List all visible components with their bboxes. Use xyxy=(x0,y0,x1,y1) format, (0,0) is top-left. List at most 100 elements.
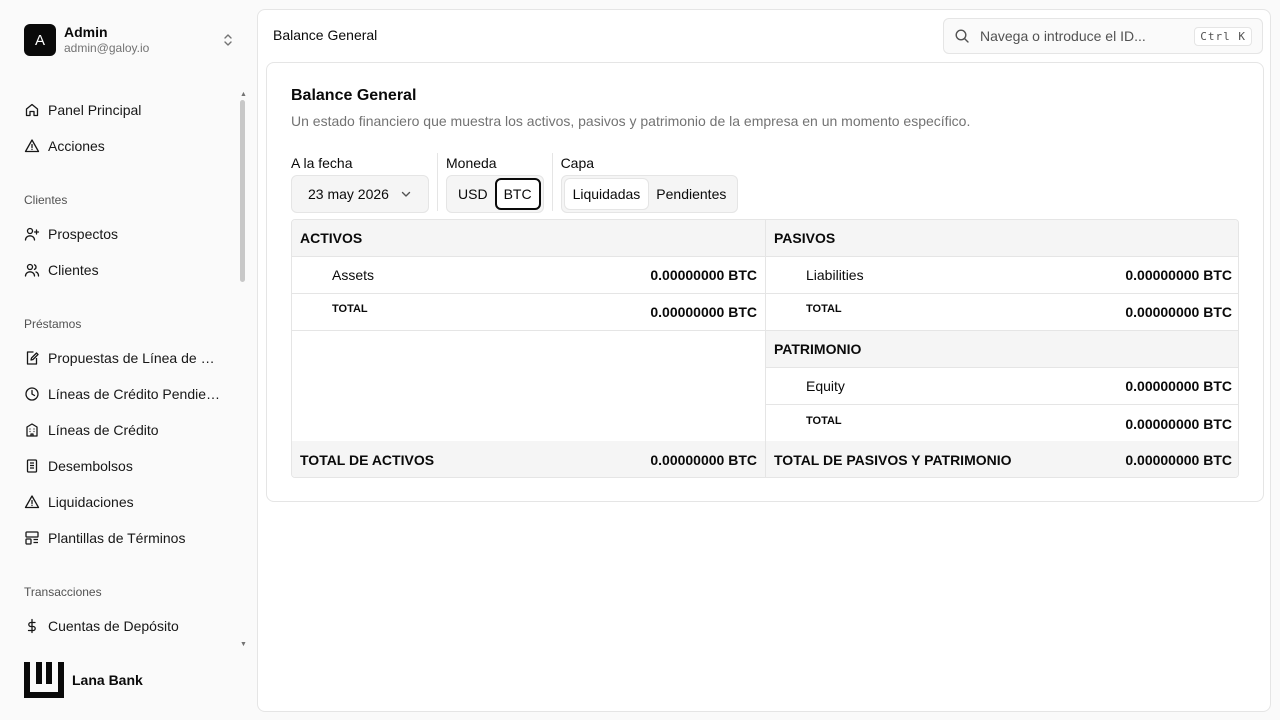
sidebar-item-label: Panel Principal xyxy=(48,102,142,118)
page-title: Balance General xyxy=(291,87,417,104)
user-switcher[interactable]: A Admin admin@galoy.io xyxy=(24,24,236,56)
table-total-row: TOTAL 0.00000000 BTC xyxy=(292,294,765,331)
total-liab-equity-amount: 0.00000000 BTC xyxy=(1125,451,1232,468)
sidebar-group-label: Clientes xyxy=(24,193,68,207)
sidebar-group-label: Transacciones xyxy=(24,585,102,599)
total-liab-equity-label: TOTAL DE PASIVOS Y PATRIMONIO xyxy=(774,451,1012,468)
lana-bank-logo-icon xyxy=(24,662,64,698)
liabilities-header: PASIVOS xyxy=(774,230,836,246)
currency-option-btc[interactable]: BTC xyxy=(494,178,541,210)
brand[interactable]: Lana Bank xyxy=(24,662,143,698)
sidebar-item-lineas-credito[interactable]: Líneas de Crédito xyxy=(0,412,248,448)
account-name: Assets xyxy=(332,267,375,283)
table-header-row: PATRIMONIO xyxy=(766,331,1238,368)
equity-header: PATRIMONIO xyxy=(774,341,862,357)
sidebar-item-plantillas[interactable]: Plantillas de Términos xyxy=(0,520,248,556)
sidebar-item-clientes[interactable]: Clientes xyxy=(0,252,248,288)
home-icon xyxy=(25,103,39,117)
total-label: TOTAL xyxy=(806,414,842,427)
file-edit-icon xyxy=(26,351,39,365)
user-name: Admin xyxy=(64,24,108,40)
balance-sheet-table: ACTIVOS Assets 0.00000000 BTC TOTAL 0.00… xyxy=(291,219,1239,478)
total-amount: 0.00000000 BTC xyxy=(1125,415,1232,432)
assets-column: ACTIVOS Assets 0.00000000 BTC TOTAL 0.00… xyxy=(292,220,766,441)
sidebar-item-propuestas[interactable]: Propuestas de Línea de Cr... xyxy=(0,340,248,376)
sidebar: A Admin admin@galoy.io Panel Principal A… xyxy=(0,0,256,720)
sidebar-item-label: Liquidaciones xyxy=(48,494,134,510)
users-icon xyxy=(24,263,40,277)
account-amount: 0.00000000 BTC xyxy=(650,267,757,283)
assets-header: ACTIVOS xyxy=(300,230,363,246)
currency-toggle: USD BTC xyxy=(446,175,544,213)
layer-label: Capa xyxy=(560,155,595,171)
table-row[interactable]: Liabilities 0.00000000 BTC xyxy=(766,257,1238,294)
total-assets-label: TOTAL DE ACTIVOS xyxy=(300,451,435,468)
alert-triangle-icon xyxy=(24,495,40,509)
account-amount: 0.00000000 BTC xyxy=(1125,267,1232,283)
total-assets-amount: 0.00000000 BTC xyxy=(650,451,757,468)
sidebar-item-label: Propuestas de Línea de Cr... xyxy=(48,350,224,366)
table-row[interactable]: Assets 0.00000000 BTC xyxy=(292,257,765,294)
search-icon xyxy=(955,29,969,43)
sidebar-item-label: Líneas de Crédito xyxy=(48,422,159,438)
table-total-row: TOTAL 0.00000000 BTC xyxy=(766,405,1238,442)
sidebar-group-label: Préstamos xyxy=(24,317,82,331)
receipt-icon xyxy=(26,459,38,473)
scrollbar-thumb[interactable] xyxy=(240,100,245,282)
table-header-row: ACTIVOS xyxy=(292,220,765,257)
scroll-up-icon[interactable]: ▲ xyxy=(240,91,247,98)
search-input[interactable]: Navega o introduce el ID... Ctrl K xyxy=(943,18,1263,54)
layer-option-liquidadas[interactable]: Liquidadas xyxy=(564,179,649,209)
table-row[interactable]: Equity 0.00000000 BTC xyxy=(766,368,1238,405)
sidebar-item-label: Cuentas de Depósito xyxy=(48,618,179,634)
currency-label: Moneda xyxy=(446,155,497,171)
template-icon xyxy=(25,531,39,545)
sidebar-item-label: Desembolsos xyxy=(48,458,133,474)
sidebar-scrollbar[interactable]: ▲ ▼ xyxy=(240,91,247,648)
table-total-row: TOTAL 0.00000000 BTC xyxy=(766,294,1238,331)
table-footer-row: TOTAL DE ACTIVOS 0.00000000 BTC TOTAL DE… xyxy=(292,441,1238,477)
sidebar-item-label: Líneas de Crédito Pendient... xyxy=(48,386,224,402)
breadcrumb: Balance General xyxy=(273,27,378,43)
sidebar-item-cuentas-deposito[interactable]: Cuentas de Depósito xyxy=(0,608,248,644)
user-plus-icon xyxy=(24,227,40,241)
filters: A la fecha 23 may 2026 Moneda USD BTC Ca… xyxy=(291,153,739,213)
currency-option-usd[interactable]: USD xyxy=(450,179,496,209)
sidebar-item-prospectos[interactable]: Prospectos xyxy=(0,216,248,252)
layer-toggle: Liquidadas Pendientes xyxy=(560,175,739,213)
sidebar-item-label: Prospectos xyxy=(48,226,119,242)
landmark-icon xyxy=(26,423,38,437)
sidebar-item-acciones[interactable]: Acciones xyxy=(0,128,248,164)
sidebar-item-liquidaciones[interactable]: Liquidaciones xyxy=(0,484,248,520)
sidebar-item-label: Clientes xyxy=(48,262,99,278)
date-value: 23 may 2026 xyxy=(308,186,389,202)
sidebar-nav: Panel Principal Acciones Clientes Prospe… xyxy=(0,92,248,648)
table-header-row: PASIVOS xyxy=(766,220,1238,257)
total-amount: 0.00000000 BTC xyxy=(650,304,757,320)
sidebar-item-lineas-pendientes[interactable]: Líneas de Crédito Pendient... xyxy=(0,376,248,412)
balance-sheet-card: Balance General Un estado financiero que… xyxy=(266,62,1264,502)
account-name: Liabilities xyxy=(806,267,864,283)
account-amount: 0.00000000 BTC xyxy=(1125,378,1232,394)
layer-option-pendientes[interactable]: Pendientes xyxy=(648,179,734,209)
alert-triangle-icon xyxy=(24,139,40,153)
total-amount: 0.00000000 BTC xyxy=(1125,304,1232,320)
total-label: TOTAL xyxy=(332,303,368,315)
main-panel: Balance General Navega o introduce el ID… xyxy=(257,9,1271,712)
chevrons-up-down-icon xyxy=(224,34,232,46)
sidebar-item-desembolsos[interactable]: Desembolsos xyxy=(0,448,248,484)
user-email: admin@galoy.io xyxy=(64,41,150,55)
avatar: A xyxy=(24,24,56,56)
dollar-icon xyxy=(27,618,36,634)
sidebar-item-label: Acciones xyxy=(48,138,105,154)
sidebar-item-panel-principal[interactable]: Panel Principal xyxy=(0,92,248,128)
date-picker-button[interactable]: 23 may 2026 xyxy=(291,175,429,213)
liabilities-equity-column: PASIVOS Liabilities 0.00000000 BTC TOTAL… xyxy=(766,220,1238,442)
date-label: A la fecha xyxy=(291,155,353,171)
clock-icon xyxy=(25,387,39,401)
scroll-down-icon[interactable]: ▼ xyxy=(240,641,247,648)
brand-name: Lana Bank xyxy=(72,672,143,688)
total-label: TOTAL xyxy=(806,303,842,315)
chevron-down-icon xyxy=(401,191,411,197)
keyboard-shortcut: Ctrl K xyxy=(1194,26,1252,46)
